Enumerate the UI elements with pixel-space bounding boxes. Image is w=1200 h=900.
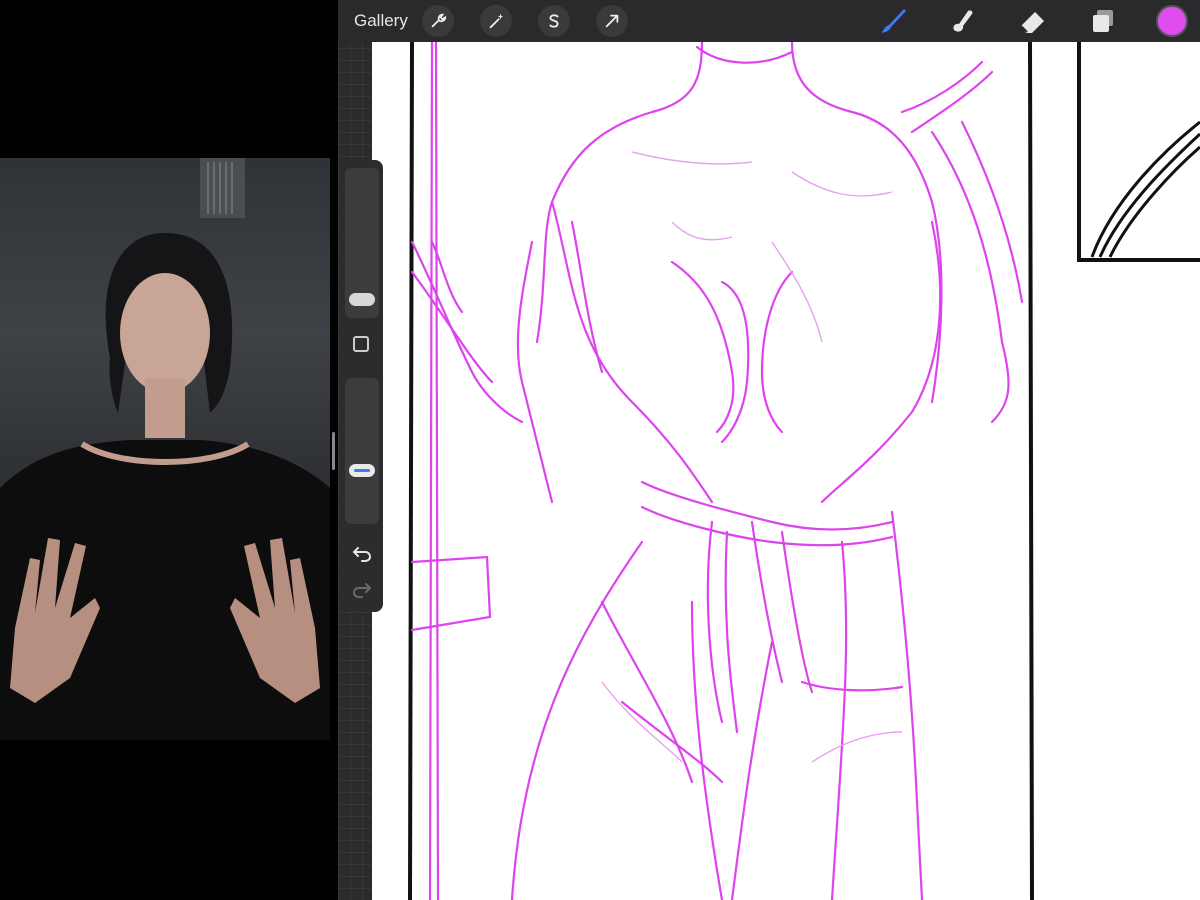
person-video-frame bbox=[0, 158, 330, 740]
ink-sketch-corner bbox=[1090, 120, 1200, 258]
brush-icon bbox=[882, 9, 906, 33]
gallery-button[interactable]: Gallery bbox=[354, 11, 408, 31]
video-pip[interactable] bbox=[0, 158, 330, 740]
redo-button[interactable] bbox=[349, 580, 375, 600]
transform-arrow-icon bbox=[605, 14, 619, 28]
transform-button[interactable] bbox=[595, 5, 628, 37]
undo-button[interactable] bbox=[349, 544, 375, 564]
undo-icon bbox=[352, 547, 372, 562]
modify-button[interactable] bbox=[353, 336, 369, 352]
layers-tool[interactable] bbox=[1086, 4, 1120, 38]
top-toolbar: Gallery bbox=[338, 0, 1200, 42]
adjustments-button[interactable] bbox=[479, 5, 512, 37]
figure-sketch bbox=[410, 42, 1024, 900]
wrench-icon bbox=[431, 13, 446, 28]
drawing-canvas[interactable] bbox=[372, 42, 1200, 900]
split-view-handle[interactable] bbox=[332, 432, 335, 470]
brush-size-slider[interactable] bbox=[345, 168, 379, 318]
selection-button[interactable] bbox=[537, 5, 570, 37]
redo-icon bbox=[352, 583, 372, 598]
smudge-icon bbox=[953, 10, 973, 32]
brush-sidebar bbox=[341, 160, 383, 612]
eraser-icon bbox=[1020, 12, 1044, 33]
magic-wand-icon bbox=[489, 13, 504, 29]
brush-size-thumb[interactable] bbox=[349, 293, 375, 306]
opacity-slider[interactable] bbox=[345, 378, 379, 524]
sketch-artwork bbox=[408, 42, 1200, 900]
eraser-tool[interactable] bbox=[1016, 4, 1050, 38]
actions-button[interactable] bbox=[421, 5, 454, 37]
opacity-thumb-indicator bbox=[354, 469, 370, 472]
drawing-app: Gallery bbox=[338, 0, 1200, 900]
brush-tool[interactable] bbox=[876, 4, 910, 38]
paint-tools bbox=[840, 0, 1200, 42]
selection-s-icon bbox=[549, 14, 559, 28]
figure-sketch-light bbox=[601, 151, 903, 763]
smudge-tool[interactable] bbox=[946, 4, 980, 38]
opacity-thumb[interactable] bbox=[349, 464, 375, 477]
color-picker-button[interactable] bbox=[1156, 5, 1188, 37]
panel-borders bbox=[408, 42, 1200, 900]
layers-icon bbox=[1093, 10, 1113, 32]
